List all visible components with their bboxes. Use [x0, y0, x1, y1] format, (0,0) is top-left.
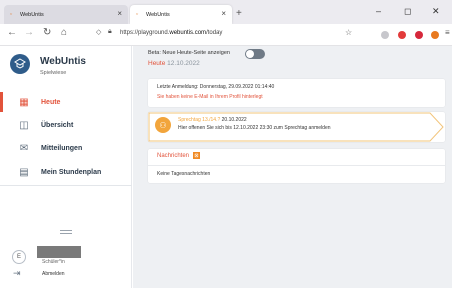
- window-close-icon[interactable]: ✕: [432, 6, 440, 17]
- sidebar-divider: [0, 185, 132, 186]
- extension-icon[interactable]: [398, 31, 406, 39]
- news-empty-text: Keine Tagesnachrichten: [157, 171, 211, 177]
- news-divider: [148, 165, 445, 166]
- messages-icon: ✉: [19, 142, 29, 154]
- menu-icon[interactable]: ≡: [445, 28, 450, 37]
- new-tab-button[interactable]: +: [236, 8, 242, 19]
- beta-toggle[interactable]: [245, 49, 265, 59]
- sidebar-item-today[interactable]: ▦ Heute: [0, 90, 132, 114]
- toggle-knob: [246, 50, 254, 58]
- extension-icon[interactable]: [381, 31, 389, 39]
- minimize-icon[interactable]: –: [376, 6, 381, 16]
- user-name-redacted: [37, 246, 81, 258]
- collapse-sidebar-icon[interactable]: [60, 230, 72, 236]
- url-bar[interactable]: https://playground.webuntis.com/today: [120, 30, 222, 36]
- tab-title: WebUntis: [146, 11, 170, 18]
- logout-icon[interactable]: ⇥: [13, 268, 21, 279]
- consultation-description: Hier offenen Sie sich bis 12.10.2022 23:…: [178, 125, 331, 131]
- consultation-title: Sprechtag 13./14.? 20.10.2022: [178, 117, 247, 123]
- extension-icon[interactable]: [415, 31, 423, 39]
- forward-icon[interactable]: →: [24, 27, 34, 38]
- news-rss-icon[interactable]: ⊠: [193, 152, 200, 159]
- sidebar-item-label: Heute: [41, 98, 61, 106]
- browser-tab-1[interactable]: ᵕ WebUntis ×: [4, 5, 128, 24]
- timetable-icon: ▤: [19, 166, 29, 178]
- tab-title: WebUntis: [20, 11, 44, 18]
- news-title: Nachrichten: [157, 153, 190, 159]
- app-name: WebUntis: [40, 56, 86, 67]
- reload-icon[interactable]: ↻: [43, 27, 51, 38]
- last-login-text: Letzte Anmeldung: Donnerstag, 29.09.2022…: [157, 84, 275, 90]
- consultation-date: 20.10.2022: [221, 117, 247, 123]
- bookmark-star-icon[interactable]: ☆: [345, 28, 352, 37]
- webuntis-favicon-icon: ᵕ: [136, 11, 139, 18]
- sidebar-item-label: Mitteilungen: [41, 144, 83, 152]
- lock-icon[interactable]: 🔒︎: [108, 28, 112, 36]
- sidebar-item-timetable[interactable]: ▤ Mein Stundenplan: [0, 160, 132, 184]
- sidebar-item-label: Übersicht: [41, 121, 74, 129]
- extension-icon[interactable]: [431, 31, 439, 39]
- back-icon[interactable]: ←: [7, 27, 17, 38]
- home-icon[interactable]: ⌂: [61, 27, 67, 38]
- sidebar-item-label: Mein Stundenplan: [41, 168, 102, 176]
- overview-icon: ◫: [19, 119, 29, 131]
- browser-tab-2[interactable]: ᵕ WebUntis ×: [130, 5, 232, 24]
- shield-icon[interactable]: ◇: [96, 28, 101, 36]
- maximize-icon[interactable]: ◻: [404, 6, 411, 17]
- sidebar-item-messages[interactable]: ✉ Mitteilungen: [0, 136, 132, 160]
- page-date: 12.10.2022: [167, 60, 200, 67]
- today-grid-icon: ▦: [19, 96, 29, 108]
- tab-close-icon[interactable]: ×: [221, 9, 226, 18]
- beta-toggle-label: Beta: Neue Heute-Seite anzeigen: [148, 50, 230, 56]
- tab-close-icon[interactable]: ×: [117, 9, 122, 18]
- webuntis-favicon-icon: ᵕ: [10, 11, 13, 18]
- consultation-icon: ⚇: [155, 117, 171, 133]
- email-warning-link[interactable]: Sie haben keine E-Mail in Ihrem Profil h…: [157, 94, 263, 100]
- avatar[interactable]: E: [12, 250, 26, 264]
- user-role: Schüler*in: [42, 259, 65, 265]
- webuntis-logo-icon: [10, 54, 30, 74]
- school-name: Spielwiese: [40, 70, 67, 76]
- sidebar-item-overview[interactable]: ◫ Übersicht: [0, 113, 132, 137]
- logout-button[interactable]: Abmelden: [42, 271, 65, 277]
- page-title: Heute 12.10.2022: [148, 60, 200, 67]
